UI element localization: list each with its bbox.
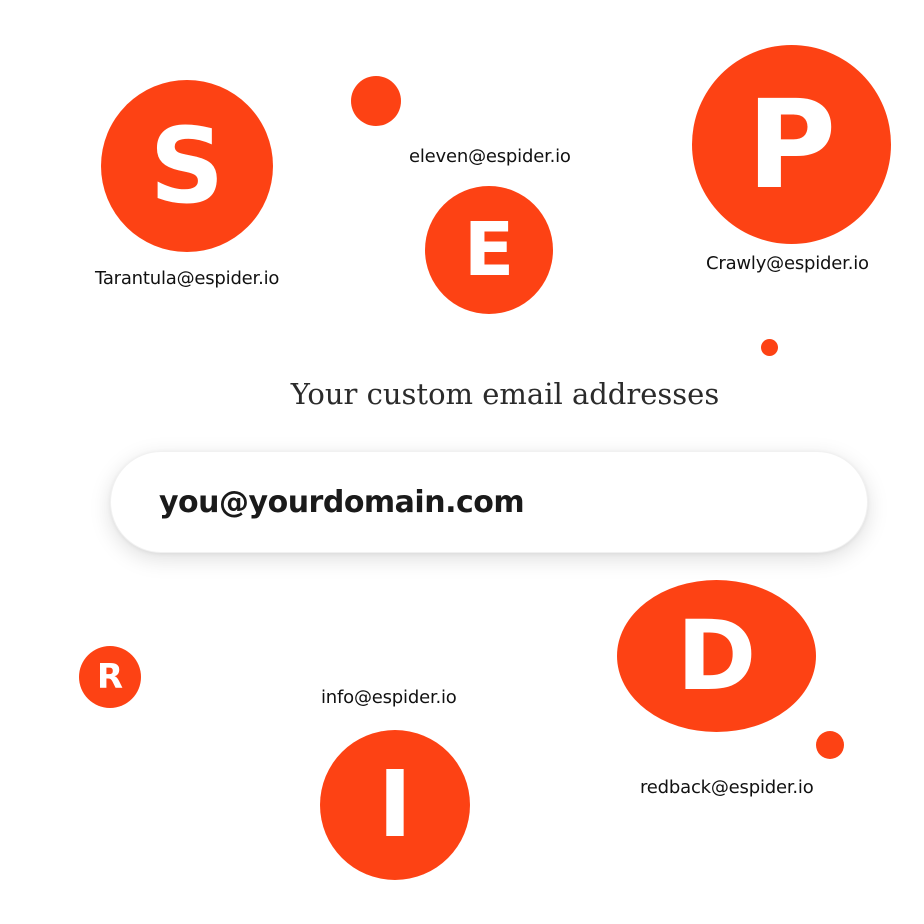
letter-i: I [377,751,413,858]
letter-circle-s: S [101,80,273,252]
letter-circle-e: E [425,186,553,314]
letter-circle-r: R [79,646,141,708]
decorative-dot [816,731,844,759]
email-label-tarantula: Tarantula@espider.io [95,268,280,289]
letter-d: D [676,600,757,712]
email-label-info: info@espider.io [321,687,457,708]
email-label-redback: redback@espider.io [640,777,814,798]
decorative-dot [761,339,778,356]
email-field[interactable] [159,452,819,552]
email-label-eleven: eleven@espider.io [409,146,571,167]
letter-r: R [96,657,124,697]
letter-s: S [149,105,225,227]
decorative-dot [351,76,401,126]
page-heading: Your custom email addresses [290,377,720,411]
letter-circle-i: I [320,730,470,880]
letter-e: E [463,207,515,293]
email-label-crawly: Crawly@espider.io [706,253,869,274]
letter-circle-p: P [692,45,891,244]
letter-p: P [746,73,837,216]
email-field-container[interactable] [110,451,868,553]
letter-circle-d: D [617,580,816,732]
